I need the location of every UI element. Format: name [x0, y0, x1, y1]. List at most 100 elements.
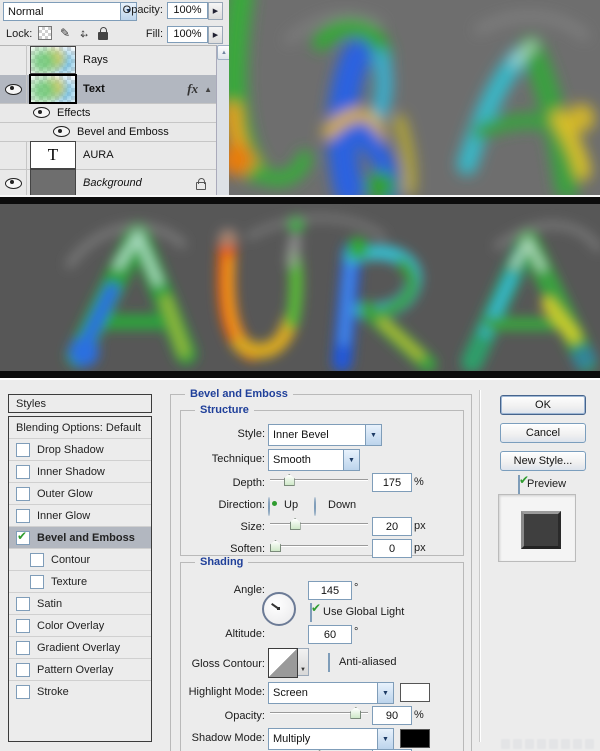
visibility-toggle[interactable] — [0, 169, 27, 197]
preview-checkbox[interactable] — [518, 475, 520, 494]
anti-aliased-checkbox[interactable] — [328, 653, 330, 672]
slider-thumb[interactable] — [350, 707, 361, 719]
fx-icon[interactable]: fx — [187, 81, 198, 97]
depth-input[interactable] — [372, 473, 412, 492]
checkbox[interactable] — [30, 575, 44, 589]
divider — [479, 390, 481, 742]
chevron-down-icon[interactable]: ▼ — [377, 683, 393, 703]
styles-item-pattern-overlay[interactable]: Pattern Overlay — [9, 659, 151, 681]
layer-thumbnail[interactable] — [30, 46, 76, 74]
eye-icon[interactable] — [33, 107, 50, 118]
styles-item-bevel-emboss[interactable]: Bevel and Emboss — [9, 527, 151, 549]
checkbox[interactable] — [16, 597, 30, 611]
new-style-button[interactable]: New Style... — [500, 451, 586, 471]
soften-slider[interactable] — [270, 540, 368, 552]
checkbox[interactable] — [16, 685, 30, 699]
cancel-button[interactable]: Cancel — [500, 423, 586, 443]
layer-thumbnail[interactable] — [30, 75, 76, 103]
styles-item-texture[interactable]: Texture — [9, 571, 151, 593]
chevron-down-icon[interactable]: ▼ — [298, 648, 309, 676]
technique-select[interactable]: Smooth▼ — [268, 449, 360, 471]
highlight-mode-label: Highlight Mode: — [180, 686, 265, 699]
soften-input[interactable] — [372, 539, 412, 558]
depth-unit: % — [414, 476, 424, 489]
altitude-input[interactable] — [308, 625, 352, 644]
opacity-value[interactable]: 100% — [167, 2, 208, 19]
fill-arrow-icon[interactable]: ▶ — [208, 26, 223, 44]
visibility-toggle[interactable] — [0, 45, 27, 75]
styles-item-contour[interactable]: Contour — [9, 549, 151, 571]
visibility-toggle[interactable] — [0, 141, 27, 169]
checkbox[interactable] — [16, 619, 30, 633]
collapse-effects-icon[interactable]: ▲ — [204, 85, 212, 94]
styles-item-blending-options[interactable]: Blending Options: Default — [9, 417, 151, 439]
styles-item-outer-glow[interactable]: Outer Glow — [9, 483, 151, 505]
aura-render-section — [0, 197, 600, 378]
highlight-color-swatch[interactable] — [400, 683, 430, 702]
visibility-toggle[interactable] — [0, 75, 27, 103]
styles-item-inner-glow[interactable]: Inner Glow — [9, 505, 151, 527]
text-layer-thumbnail[interactable]: T — [30, 141, 76, 169]
ok-button[interactable]: OK — [500, 395, 586, 415]
layer-row-effects[interactable]: Effects — [0, 103, 216, 123]
layer-row-background[interactable]: Background — [0, 169, 216, 198]
highlight-opacity-input[interactable] — [372, 706, 412, 725]
size-input[interactable] — [372, 517, 412, 536]
checkbox[interactable] — [16, 443, 30, 457]
aurora-zoom-art — [229, 0, 600, 197]
layer-thumbnail[interactable] — [30, 169, 76, 197]
checkbox-checked[interactable] — [16, 531, 30, 545]
lock-paint-brush-icon[interactable]: ✎ — [60, 27, 70, 39]
styles-item-gradient-overlay[interactable]: Gradient Overlay — [9, 637, 151, 659]
layer-row-rays[interactable]: Rays — [0, 45, 216, 76]
use-global-light-checkbox[interactable] — [310, 603, 312, 622]
layer-row-aura[interactable]: T AURA — [0, 141, 216, 170]
styles-item-stroke[interactable]: Stroke — [9, 681, 151, 702]
lock-label: Lock: — [6, 28, 32, 41]
aurora-main-art — [0, 204, 600, 371]
depth-label: Depth: — [185, 477, 265, 490]
direction-down-radio[interactable] — [314, 497, 316, 516]
fill-value[interactable]: 100% — [167, 26, 208, 43]
checkbox[interactable] — [16, 663, 30, 677]
style-select[interactable]: Inner Bevel▼ — [268, 424, 382, 446]
chevron-down-icon[interactable]: ▼ — [377, 729, 393, 749]
gloss-contour-thumbnail[interactable] — [268, 648, 298, 678]
styles-item-satin[interactable]: Satin — [9, 593, 151, 615]
eye-icon[interactable] — [53, 126, 70, 137]
depth-slider[interactable] — [270, 474, 368, 486]
slider-thumb[interactable] — [290, 518, 301, 530]
lock-transparency-icon[interactable] — [38, 26, 52, 40]
angle-input[interactable] — [308, 581, 352, 600]
gloss-contour-picker[interactable]: ▼ — [268, 648, 309, 678]
watermark — [501, 739, 594, 749]
chevron-down-icon[interactable]: ▼ — [343, 450, 359, 470]
direction-up-radio[interactable] — [268, 497, 270, 516]
canvas-zoom-preview[interactable] — [229, 0, 600, 197]
slider-thumb[interactable] — [284, 474, 295, 486]
styles-item-color-overlay[interactable]: Color Overlay — [9, 615, 151, 637]
checkbox[interactable] — [16, 487, 30, 501]
shadow-mode-label: Shadow Mode: — [180, 732, 265, 745]
styles-item-inner-shadow[interactable]: Inner Shadow — [9, 461, 151, 483]
beveled-square-preview — [521, 511, 561, 549]
checkbox[interactable] — [30, 553, 44, 567]
checkbox[interactable] — [16, 509, 30, 523]
layers-scrollbar[interactable]: ▲ — [216, 45, 230, 197]
highlight-opacity-slider[interactable] — [270, 707, 368, 719]
layer-row-text[interactable]: Text fx ▲ — [0, 75, 216, 104]
chevron-down-icon[interactable]: ▼ — [365, 425, 381, 445]
opacity-arrow-icon[interactable]: ▶ — [208, 2, 223, 20]
angle-dial[interactable] — [262, 592, 296, 626]
shadow-color-swatch[interactable] — [400, 729, 430, 748]
checkbox[interactable] — [16, 641, 30, 655]
styles-item-drop-shadow[interactable]: Drop Shadow — [9, 439, 151, 461]
lock-move-icon[interactable]: ↔↕ — [78, 27, 90, 39]
checkbox[interactable] — [16, 465, 30, 479]
effects-label: Effects — [57, 107, 216, 119]
highlight-mode-select[interactable]: Screen▼ — [268, 682, 394, 704]
size-slider[interactable] — [270, 518, 368, 530]
shadow-mode-select[interactable]: Multiply▼ — [268, 728, 394, 750]
layer-row-bevel-emboss[interactable]: Bevel and Emboss — [0, 122, 216, 142]
slider-thumb[interactable] — [270, 540, 281, 552]
